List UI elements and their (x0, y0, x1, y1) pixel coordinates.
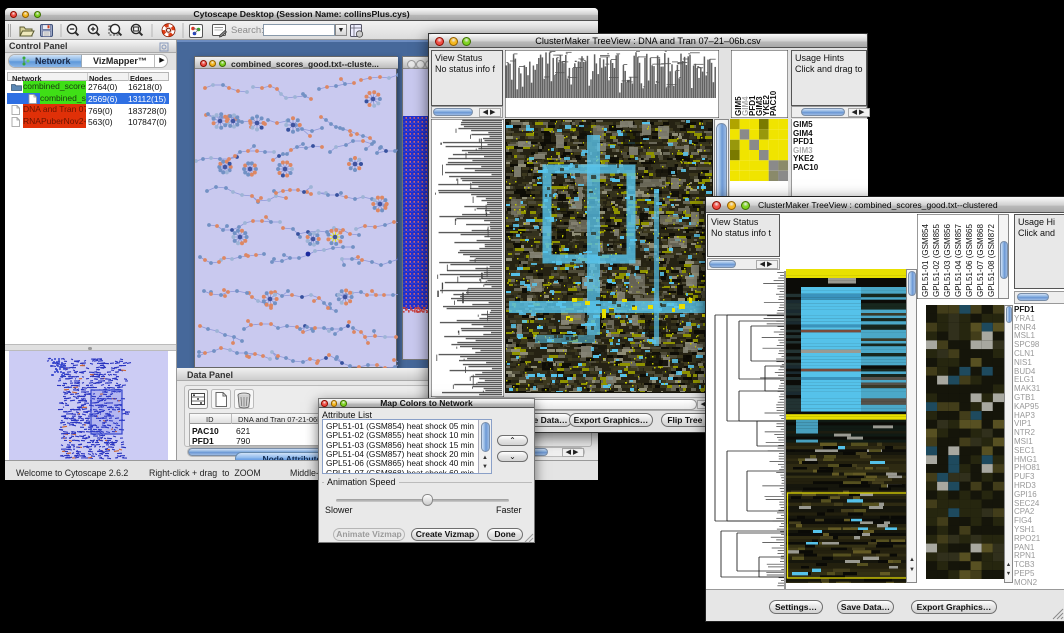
svg-text:PAC10: PAC10 (769, 90, 778, 116)
